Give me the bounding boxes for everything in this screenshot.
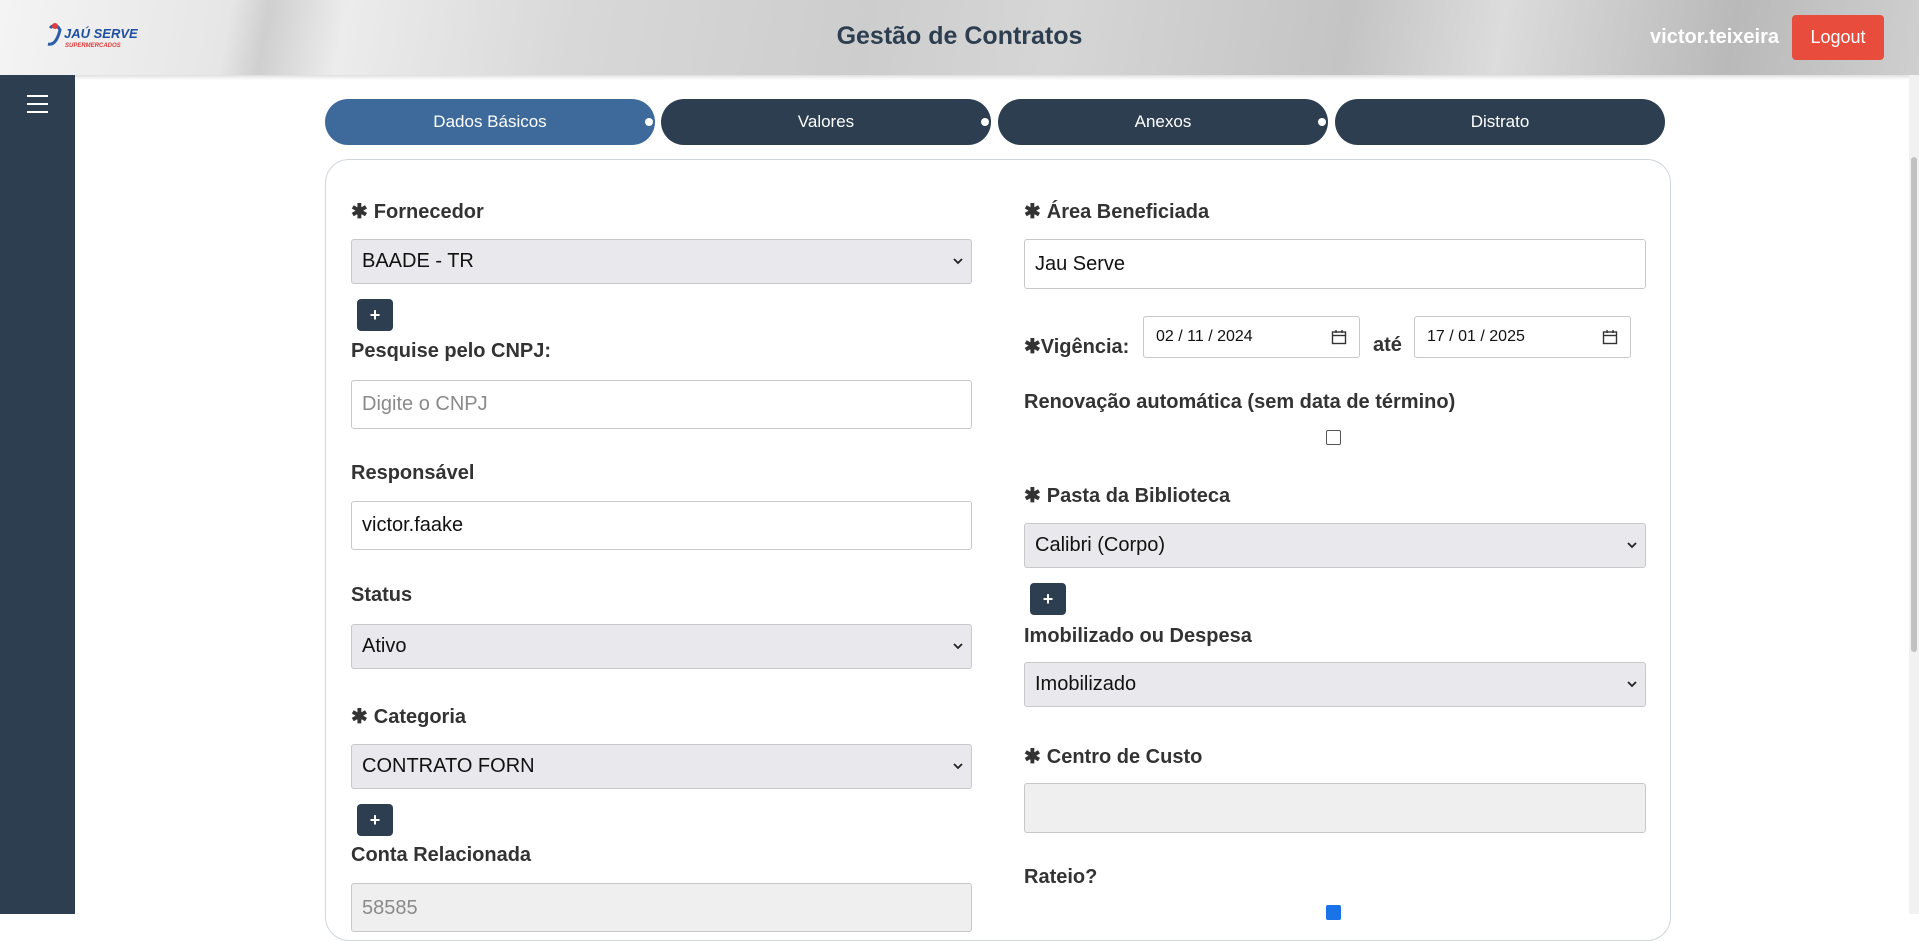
imobilizado-label: Imobilizado ou Despesa bbox=[1024, 625, 1252, 647]
cnpj-search-input[interactable]: Digite o CNPJ bbox=[351, 380, 972, 429]
page-title: Gestão de Contratos bbox=[836, 22, 1083, 50]
status-select[interactable]: Ativo bbox=[351, 624, 972, 669]
area-beneficiada-input[interactable]: Jau Serve bbox=[1024, 239, 1646, 289]
centro-custo-label: ✱ Centro de Custo bbox=[1024, 746, 1203, 768]
pasta-biblioteca-label: ✱ Pasta da Biblioteca bbox=[1024, 485, 1231, 507]
rateio-label: Rateio? bbox=[1024, 866, 1098, 888]
add-fornecedor-button[interactable]: + bbox=[357, 299, 393, 331]
categoria-label: ✱ Categoria bbox=[351, 706, 467, 728]
add-pasta-button[interactable]: + bbox=[1030, 583, 1066, 615]
vigencia-start-date[interactable]: 02 / 11 / 2024 bbox=[1143, 316, 1360, 358]
vigencia-label: ✱Vigência: bbox=[1024, 336, 1130, 358]
step-tabs: Dados Básicos Valores Anexos Distrato bbox=[325, 99, 1665, 145]
area-beneficiada-label: ✱ Área Beneficiada bbox=[1024, 201, 1210, 223]
conta-relacionada-input: 58585 bbox=[351, 883, 972, 932]
vigencia-end-date[interactable]: 17 / 01 / 2025 bbox=[1414, 316, 1631, 358]
renovacao-checkbox[interactable] bbox=[1326, 430, 1341, 445]
tab-distrato[interactable]: Distrato bbox=[1335, 99, 1665, 145]
responsavel-label: Responsável bbox=[351, 462, 475, 484]
scrollbar-thumb[interactable] bbox=[1911, 157, 1917, 652]
calendar-icon[interactable] bbox=[1602, 329, 1618, 345]
chevron-down-icon bbox=[953, 762, 963, 769]
cnpj-label: Pesquise pelo CNPJ: bbox=[351, 340, 552, 362]
chevron-down-icon bbox=[1627, 541, 1637, 548]
imobilizado-select[interactable]: Imobilizado bbox=[1024, 662, 1646, 707]
username-label: victor.teixeira bbox=[1650, 26, 1779, 48]
add-categoria-button[interactable]: + bbox=[357, 804, 393, 836]
tab-connector-dot bbox=[981, 118, 989, 126]
categoria-select[interactable]: CONTRATO FORN bbox=[351, 744, 972, 789]
chevron-down-icon bbox=[1627, 680, 1637, 687]
vigencia-separator: até bbox=[1373, 334, 1402, 356]
centro-custo-input bbox=[1024, 783, 1646, 833]
page-scrollbar[interactable] bbox=[1909, 75, 1919, 914]
conta-relacionada-label: Conta Relacionada bbox=[351, 844, 532, 866]
tab-valores[interactable]: Valores bbox=[661, 99, 991, 145]
chevron-down-icon bbox=[953, 257, 963, 264]
top-header: JAÚ SERVE SUPERMERCADOS Gestão de Contra… bbox=[0, 0, 1919, 75]
tab-connector-dot bbox=[1318, 118, 1326, 126]
chevron-down-icon bbox=[953, 642, 963, 649]
renovacao-label: Renovação automática (sem data de términ… bbox=[1024, 391, 1456, 413]
tab-connector-dot bbox=[645, 118, 653, 126]
responsavel-input[interactable]: victor.faake bbox=[351, 501, 972, 550]
status-label: Status bbox=[351, 584, 413, 606]
rateio-checkbox[interactable] bbox=[1326, 905, 1341, 920]
tab-dados-basicos[interactable]: Dados Básicos bbox=[325, 99, 655, 145]
sidebar bbox=[0, 75, 75, 914]
calendar-icon[interactable] bbox=[1331, 329, 1347, 345]
pasta-biblioteca-select[interactable]: Calibri (Corpo) bbox=[1024, 523, 1646, 568]
fornecedor-label: ✱ Fornecedor bbox=[351, 201, 484, 223]
fornecedor-select[interactable]: BAADE - TR bbox=[351, 239, 972, 284]
tab-anexos[interactable]: Anexos bbox=[998, 99, 1328, 145]
menu-icon[interactable] bbox=[27, 95, 48, 119]
logout-button[interactable]: Logout bbox=[1792, 15, 1884, 60]
